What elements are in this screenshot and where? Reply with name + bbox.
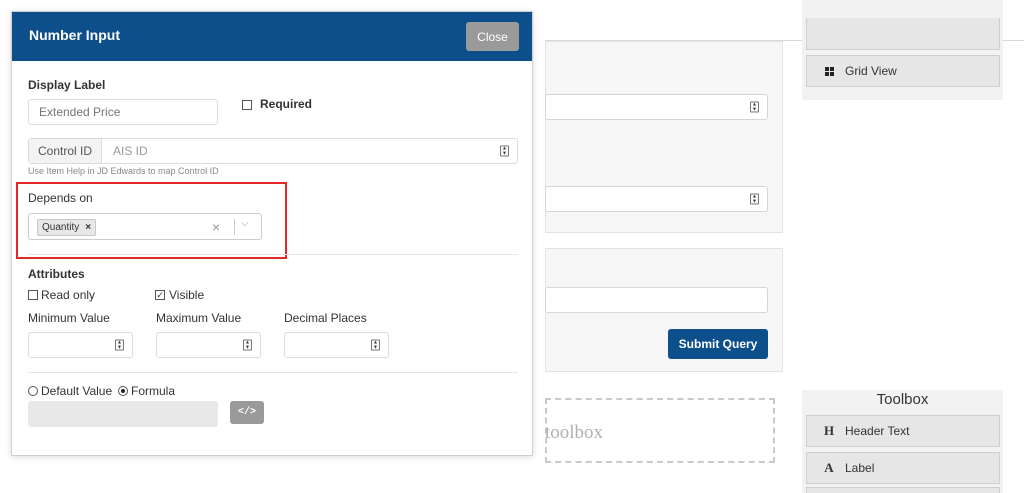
chevron-down-icon[interactable]: ⌵: [241, 218, 249, 229]
control-id-input[interactable]: AIS ID: [113, 144, 148, 158]
toolbox-item-label: Header Text: [845, 424, 910, 438]
required-checkbox[interactable]: [242, 100, 252, 110]
toolbox-item-next[interactable]: [806, 487, 1000, 493]
label-icon: A: [824, 460, 834, 475]
sidebar-item-hidden[interactable]: [806, 18, 1000, 50]
submit-query-button[interactable]: Submit Query: [668, 329, 768, 359]
toolbox-panel: Toolbox H Header Text A Label: [802, 390, 1003, 493]
control-id-group: Control ID AIS ID: [28, 138, 518, 164]
section-divider: [28, 372, 518, 373]
display-label-heading: Display Label: [28, 78, 106, 92]
dropzone-text: toolbox: [545, 422, 604, 443]
dialog-title: Number Input: [29, 27, 120, 43]
close-button[interactable]: Close: [466, 22, 519, 51]
visible-label: Visible: [169, 288, 205, 302]
depends-on-heading: Depends on: [28, 191, 93, 205]
toolbox-dropzone[interactable]: toolbox: [545, 398, 775, 463]
spinner-icon[interactable]: [371, 339, 380, 351]
spinner-icon[interactable]: [750, 101, 759, 113]
formula-label: Formula: [131, 384, 176, 398]
select-divider: [234, 219, 235, 235]
maximum-value-input[interactable]: [156, 332, 261, 358]
minimum-value-input[interactable]: [28, 332, 133, 358]
formula-radio[interactable]: [118, 386, 128, 396]
sidebar-top: Grid View: [802, 0, 1003, 100]
read-only-checkbox[interactable]: [28, 290, 38, 300]
display-label-input[interactable]: [28, 99, 218, 125]
section-divider: [28, 254, 518, 255]
control-id-addon: Control ID: [29, 139, 102, 163]
formula-input[interactable]: [28, 401, 218, 427]
visible-checkbox[interactable]: ✓: [155, 290, 165, 300]
toolbox-item-label[interactable]: A Label: [806, 452, 1000, 484]
toolbox-title: Toolbox: [876, 391, 929, 408]
spinner-icon[interactable]: [500, 145, 509, 157]
number-input-dialog: Number Input Close Display Label Require…: [11, 11, 533, 456]
decimal-places-input[interactable]: [284, 332, 389, 358]
dialog-header: Number Input Close: [12, 12, 532, 61]
grid-view-item[interactable]: Grid View: [806, 55, 1000, 87]
maximum-value-label: Maximum Value: [156, 311, 242, 325]
spinner-icon[interactable]: [243, 339, 252, 351]
bg-number-field-1[interactable]: [545, 94, 768, 120]
chip-remove-icon[interactable]: ×: [85, 222, 91, 233]
bg-text-field[interactable]: [545, 287, 768, 313]
spinner-icon[interactable]: [115, 339, 124, 351]
control-id-hint: Use Item Help in JD Edwards to map Contr…: [28, 166, 219, 176]
header-text-icon: H: [823, 423, 835, 438]
chip-label: Quantity: [42, 222, 80, 233]
spinner-icon[interactable]: [750, 193, 759, 205]
depends-on-select[interactable]: Quantity × × ⌵: [28, 213, 262, 240]
read-only-label: Read only: [41, 288, 96, 302]
attributes-heading: Attributes: [28, 267, 85, 281]
toolbox-item-label: Label: [845, 461, 875, 475]
toolbox-item-header-text[interactable]: H Header Text: [806, 415, 1000, 447]
bg-number-field-2[interactable]: [545, 186, 768, 212]
default-value-radio[interactable]: [28, 386, 38, 396]
selected-chip-quantity[interactable]: Quantity ×: [37, 219, 97, 236]
code-editor-button[interactable]: </>: [230, 401, 264, 424]
clear-icon[interactable]: ×: [212, 219, 220, 235]
grid-view-label: Grid View: [845, 64, 897, 78]
required-label: Required: [260, 97, 313, 111]
default-value-label: Default Value: [41, 384, 113, 398]
decimal-places-label: Decimal Places: [284, 311, 367, 325]
grid-icon: [821, 66, 837, 76]
minimum-value-label: Minimum Value: [28, 311, 110, 325]
